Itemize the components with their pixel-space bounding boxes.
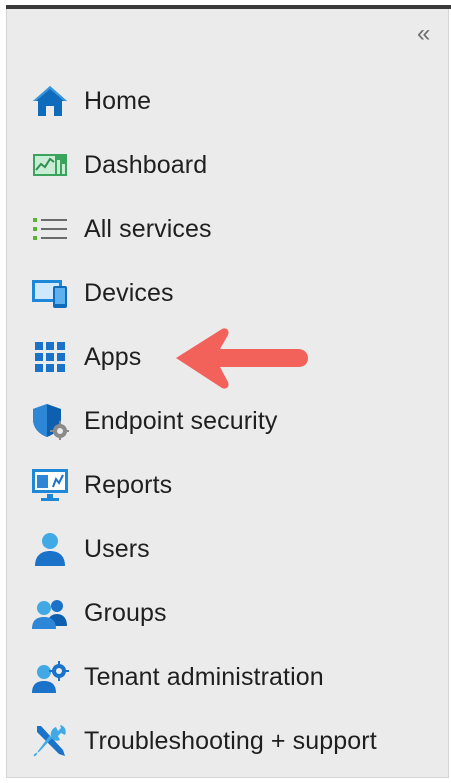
sidebar-item-endpoint-security[interactable]: Endpoint security	[30, 398, 430, 444]
devices-icon	[30, 273, 70, 313]
sidebar-item-dashboard[interactable]: Dashboard	[30, 142, 430, 188]
sidebar-item-label: Users	[84, 534, 150, 563]
sidebar-item-label: Endpoint security	[84, 406, 278, 435]
sidebar-item-label: Groups	[84, 598, 167, 627]
shield-gear-icon	[30, 401, 70, 441]
sidebar-item-label: Reports	[84, 470, 173, 499]
home-icon	[30, 81, 70, 121]
collapse-sidebar-button[interactable]: «	[417, 22, 439, 46]
sidebar-item-label: Troubleshooting + support	[84, 726, 377, 755]
group-icon	[30, 593, 70, 633]
sidebar-item-users[interactable]: Users	[30, 526, 430, 572]
dashboard-icon	[30, 145, 70, 185]
sidebar-item-reports[interactable]: Reports	[30, 462, 430, 508]
sidebar-item-label: Tenant administration	[84, 662, 324, 691]
user-icon	[30, 529, 70, 569]
list-icon	[30, 209, 70, 249]
sidebar-item-troubleshooting-support[interactable]: Troubleshooting + support	[30, 718, 430, 764]
reports-monitor-icon	[30, 465, 70, 505]
sidebar-item-tenant-administration[interactable]: Tenant administration	[30, 654, 430, 700]
sidebar-item-label: Dashboard	[84, 150, 208, 179]
wrench-screwdriver-icon	[30, 721, 70, 761]
screenshot-frame: « Home Dashboard All services Devices Ap…	[0, 0, 451, 783]
sidebar-item-label: Apps	[84, 342, 142, 371]
sidebar-item-devices[interactable]: Devices	[30, 270, 430, 316]
sidebar-item-label: All services	[84, 214, 212, 243]
sidebar-item-label: Home	[84, 86, 152, 115]
sidebar-item-label: Devices	[84, 278, 174, 307]
sidebar-item-groups[interactable]: Groups	[30, 590, 430, 636]
sidebar-item-home[interactable]: Home	[30, 78, 430, 124]
apps-grid-icon	[30, 337, 70, 377]
double-chevron-left-icon: «	[417, 20, 431, 47]
tenant-admin-icon	[30, 657, 70, 697]
annotation-arrow	[176, 328, 308, 389]
sidebar-item-all-services[interactable]: All services	[30, 206, 430, 252]
